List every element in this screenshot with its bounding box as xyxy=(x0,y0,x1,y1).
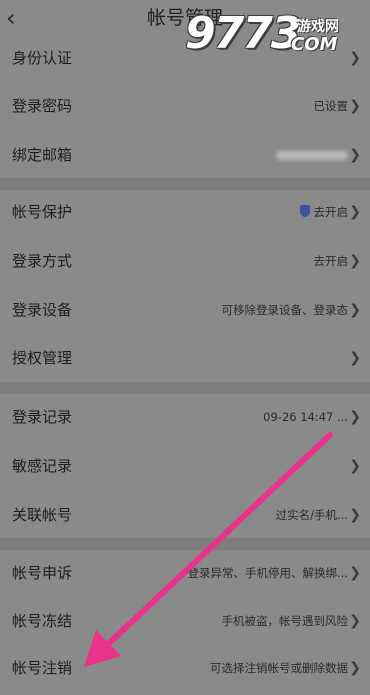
chevron-right-icon: ❯ xyxy=(349,350,361,366)
row-label: 帐号注销 xyxy=(12,659,73,677)
chevron-right-icon: ❯ xyxy=(349,204,361,220)
row-label: 帐号冻结 xyxy=(12,612,73,630)
shield-icon xyxy=(299,205,310,217)
chevron-right-icon: ❯ xyxy=(349,565,361,581)
row-authorization-management[interactable]: 授权管理 ❯ xyxy=(0,334,370,382)
watermark-top-text: 游戏网 xyxy=(297,19,339,35)
row-account-freeze[interactable]: 帐号冻结 手机被盗，帐号遇到风险 ❯ xyxy=(0,597,370,645)
chevron-right-icon: ❯ xyxy=(349,409,361,425)
row-label: 关联帐号 xyxy=(12,506,73,524)
row-label: 敏感记录 xyxy=(12,457,73,475)
row-label: 登录密码 xyxy=(12,97,73,115)
row-bound-email[interactable]: 绑定邮箱 ❯ xyxy=(0,131,370,179)
chevron-right-icon: ❯ xyxy=(349,660,361,676)
row-label: 帐号申诉 xyxy=(12,564,73,582)
chevron-right-icon: ❯ xyxy=(349,98,361,114)
row-account-protection[interactable]: 帐号保护 去开启 ❯ xyxy=(0,188,370,236)
row-login-records[interactable]: 登录记录 09-26 14:47 ... ❯ xyxy=(0,393,370,441)
row-login-method[interactable]: 登录方式 去开启 ❯ xyxy=(0,237,370,285)
blurred-email-value xyxy=(276,146,348,164)
chevron-right-icon: ❯ xyxy=(349,507,361,523)
row-identity-verification[interactable]: 身份认证 ❯ xyxy=(0,34,370,82)
row-account-appeal[interactable]: 帐号申诉 登录异常、手机停用、解换绑... ❯ xyxy=(0,549,370,597)
row-value: 过实名/手机... xyxy=(275,508,348,522)
row-login-devices[interactable]: 登录设备 可移除登录设备、登录态 ❯ xyxy=(0,286,370,334)
row-label: 登录记录 xyxy=(12,408,73,426)
row-value: 去开启 xyxy=(313,254,349,268)
row-label: 绑定邮箱 xyxy=(12,146,73,164)
row-value-with-shield: 去开启 xyxy=(299,203,349,221)
row-value: 09-26 14:47 ... xyxy=(263,410,348,424)
row-value: 手机被盗，帐号遇到风险 xyxy=(221,614,349,628)
row-label: 身份认证 xyxy=(12,49,73,67)
chevron-right-icon: ❯ xyxy=(349,50,361,66)
row-label: 登录设备 xyxy=(12,301,73,319)
row-value: 去开启 xyxy=(313,205,349,219)
row-label: 授权管理 xyxy=(12,349,73,367)
chevron-right-icon: ❯ xyxy=(349,302,361,318)
row-account-cancellation[interactable]: 帐号注销 可选择注销帐号或删除数据 ❯ xyxy=(0,644,370,692)
chevron-right-icon: ❯ xyxy=(349,613,361,629)
chevron-right-icon: ❯ xyxy=(349,253,361,269)
row-linked-accounts[interactable]: 关联帐号 过实名/手机... ❯ xyxy=(0,491,370,539)
row-value: 可移除登录设备、登录态 xyxy=(221,303,349,317)
row-value: 可选择注销帐号或删除数据 xyxy=(210,661,348,675)
row-value: 已设置 xyxy=(313,99,349,113)
row-label: 登录方式 xyxy=(12,252,73,270)
row-sensitive-records[interactable]: 敏感记录 ❯ xyxy=(0,442,370,490)
chevron-right-icon: ❯ xyxy=(349,458,361,474)
chevron-right-icon: ❯ xyxy=(349,147,361,163)
row-login-password[interactable]: 登录密码 已设置 ❯ xyxy=(0,82,370,130)
row-value: 登录异常、手机停用、解换绑... xyxy=(187,566,348,580)
row-label: 帐号保护 xyxy=(12,203,73,221)
